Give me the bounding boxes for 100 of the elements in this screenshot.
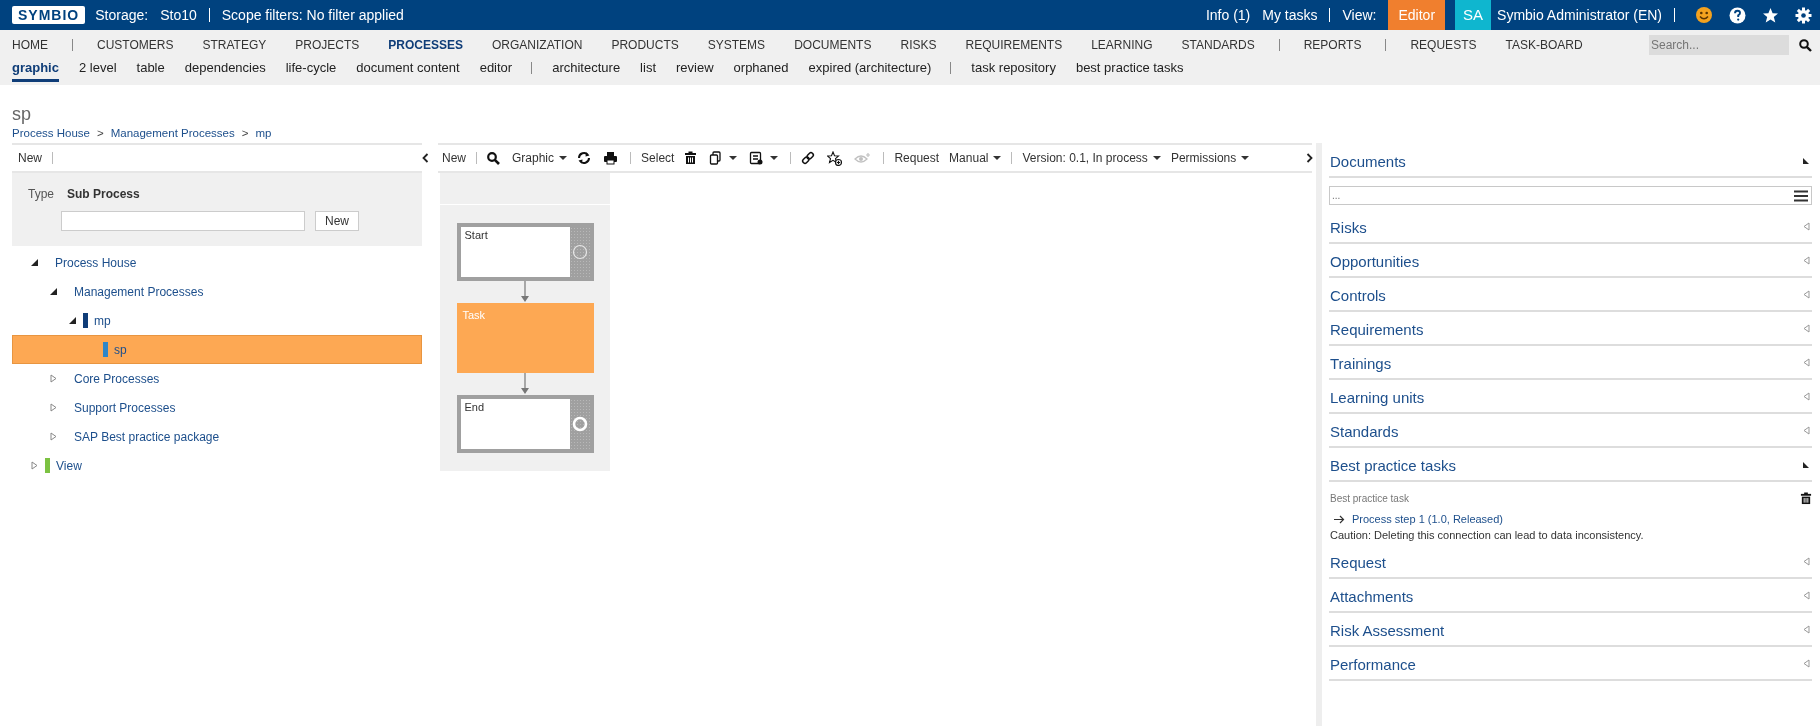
tree-item[interactable]: Support Processes xyxy=(12,393,422,422)
nav-tab[interactable]: PROJECTS xyxy=(295,38,360,52)
section-header[interactable]: Risk Assessment xyxy=(1329,613,1812,647)
nav-tab[interactable]: DOCUMENTS xyxy=(794,38,872,52)
collapsed-icon[interactable] xyxy=(30,461,39,470)
collapse-left-icon[interactable] xyxy=(422,153,429,163)
zoom-icon[interactable] xyxy=(487,151,500,165)
tree-item[interactable]: Core Processes xyxy=(12,364,422,393)
version-dropdown[interactable]: Version: 0.1, In process xyxy=(1022,151,1161,165)
section-header[interactable]: Best practice tasks xyxy=(1329,448,1812,482)
tree-item[interactable]: Process House xyxy=(12,248,422,277)
tree-item[interactable]: View xyxy=(12,451,422,480)
view-tab[interactable]: task repository xyxy=(971,60,1056,79)
nav-tab[interactable]: RISKS xyxy=(900,38,937,52)
graphic-dropdown[interactable]: Graphic xyxy=(512,151,568,165)
view-tab[interactable]: 2 level xyxy=(78,60,117,79)
link-icon[interactable] xyxy=(801,151,816,165)
settings-icon[interactable] xyxy=(1795,6,1812,24)
collapsed-icon[interactable] xyxy=(1803,426,1810,435)
print-icon[interactable] xyxy=(603,151,619,165)
new-button[interactable]: New xyxy=(442,151,466,165)
tree-item[interactable]: mp xyxy=(12,306,422,335)
logo[interactable]: SYMBIO xyxy=(12,6,86,24)
view-tab[interactable]: orphaned xyxy=(733,60,789,79)
manual-dropdown[interactable]: Manual xyxy=(949,151,1002,165)
export-dropdown[interactable] xyxy=(749,151,779,165)
section-header[interactable]: Learning units xyxy=(1329,380,1812,414)
expanded-icon[interactable] xyxy=(1802,157,1810,165)
nav-tab[interactable]: PROCESSES xyxy=(388,38,463,52)
expanded-icon[interactable] xyxy=(68,316,77,325)
event-shape[interactable]: End xyxy=(456,395,594,453)
nav-tab[interactable]: REQUIREMENTS xyxy=(965,38,1063,52)
collapsed-icon[interactable] xyxy=(49,403,58,412)
collapsed-icon[interactable] xyxy=(1803,591,1810,600)
expanded-icon[interactable] xyxy=(30,258,39,267)
view-tab[interactable]: dependencies xyxy=(184,60,266,79)
copy-dropdown[interactable] xyxy=(709,151,738,165)
select-button[interactable]: Select xyxy=(641,151,675,165)
nav-tab[interactable]: STANDARDS xyxy=(1181,38,1280,52)
nav-tab[interactable]: CUSTOMERS xyxy=(97,38,174,52)
view-tab[interactable]: life-cycle xyxy=(285,60,337,79)
nav-tab[interactable]: STRATEGY xyxy=(202,38,267,52)
expanded-icon[interactable] xyxy=(1802,461,1810,469)
expanded-icon[interactable] xyxy=(49,287,58,296)
section-header[interactable]: Trainings xyxy=(1329,346,1812,380)
view-tab[interactable]: list xyxy=(640,60,656,79)
refresh-icon[interactable] xyxy=(577,151,592,165)
nav-tab[interactable]: REPORTS xyxy=(1303,38,1387,52)
collapsed-icon[interactable] xyxy=(1803,358,1810,367)
search-field[interactable]: Search... xyxy=(1649,35,1789,55)
view-tab[interactable]: review xyxy=(676,60,714,79)
section-header[interactable]: Opportunities xyxy=(1329,244,1812,278)
breadcrumb-link[interactable]: Management Processes xyxy=(110,127,235,139)
search-icon[interactable] xyxy=(1799,38,1812,52)
breadcrumb-link[interactable]: Process House xyxy=(12,127,90,139)
collapse-right-icon[interactable] xyxy=(1306,153,1313,163)
tree-item[interactable]: sp xyxy=(12,335,422,364)
section-header[interactable]: Controls xyxy=(1329,278,1812,312)
document-field[interactable]: ... xyxy=(1329,186,1812,205)
name-input-field[interactable] xyxy=(61,211,305,231)
section-header[interactable]: Attachments xyxy=(1329,579,1812,613)
menu-icon[interactable] xyxy=(1794,190,1808,202)
create-button[interactable]: New xyxy=(315,211,359,231)
smiley-icon[interactable] xyxy=(1695,6,1713,24)
view-tab[interactable]: document content xyxy=(356,60,460,79)
scope-filters[interactable]: Scope filters: No filter applied xyxy=(221,7,404,23)
collapsed-icon[interactable] xyxy=(49,374,58,383)
nav-tab[interactable]: REQUESTS xyxy=(1410,38,1477,52)
collapsed-icon[interactable] xyxy=(1803,222,1810,231)
section-header[interactable]: Performance xyxy=(1329,647,1812,681)
view-tab[interactable]: graphic xyxy=(12,60,59,82)
collapsed-icon[interactable] xyxy=(1803,256,1810,265)
add-favorite-icon[interactable] xyxy=(827,150,843,166)
section-header[interactable]: Standards xyxy=(1329,414,1812,448)
tree-item[interactable]: SAP Best practice package xyxy=(12,422,422,451)
storage-name[interactable]: Sto10 xyxy=(160,7,197,23)
nav-tab[interactable]: LEARNING xyxy=(1091,38,1153,52)
view-tab[interactable]: architecture xyxy=(552,60,621,79)
nav-tab[interactable]: SYSTEMS xyxy=(707,38,766,52)
collapsed-icon[interactable] xyxy=(1803,557,1810,566)
collapsed-icon[interactable] xyxy=(1803,659,1810,668)
collapsed-icon[interactable] xyxy=(1803,392,1810,401)
collapsed-icon[interactable] xyxy=(1803,324,1810,333)
section-header[interactable]: Request xyxy=(1329,545,1812,579)
delete-icon[interactable] xyxy=(1800,492,1812,505)
event-shape[interactable]: Start xyxy=(456,223,594,281)
request-button[interactable]: Request xyxy=(894,151,940,165)
user-name[interactable]: Symbio Administrator (EN) xyxy=(1497,7,1662,23)
collapsed-icon[interactable] xyxy=(1803,625,1810,634)
view-tab[interactable]: table xyxy=(136,60,165,79)
collapsed-icon[interactable] xyxy=(1803,290,1810,299)
nav-tab[interactable]: ORGANIZATION xyxy=(491,38,583,52)
section-header[interactable]: Risks xyxy=(1329,210,1812,244)
my-tasks-link[interactable]: My tasks xyxy=(1262,7,1318,23)
new-button[interactable]: New xyxy=(18,151,42,165)
section-header[interactable]: Documents xyxy=(1329,143,1812,178)
view-tab[interactable]: best practice tasks xyxy=(1075,60,1184,79)
collapsed-icon[interactable] xyxy=(49,432,58,441)
permissions-dropdown[interactable]: Permissions xyxy=(1170,151,1250,165)
help-icon[interactable] xyxy=(1729,6,1746,24)
